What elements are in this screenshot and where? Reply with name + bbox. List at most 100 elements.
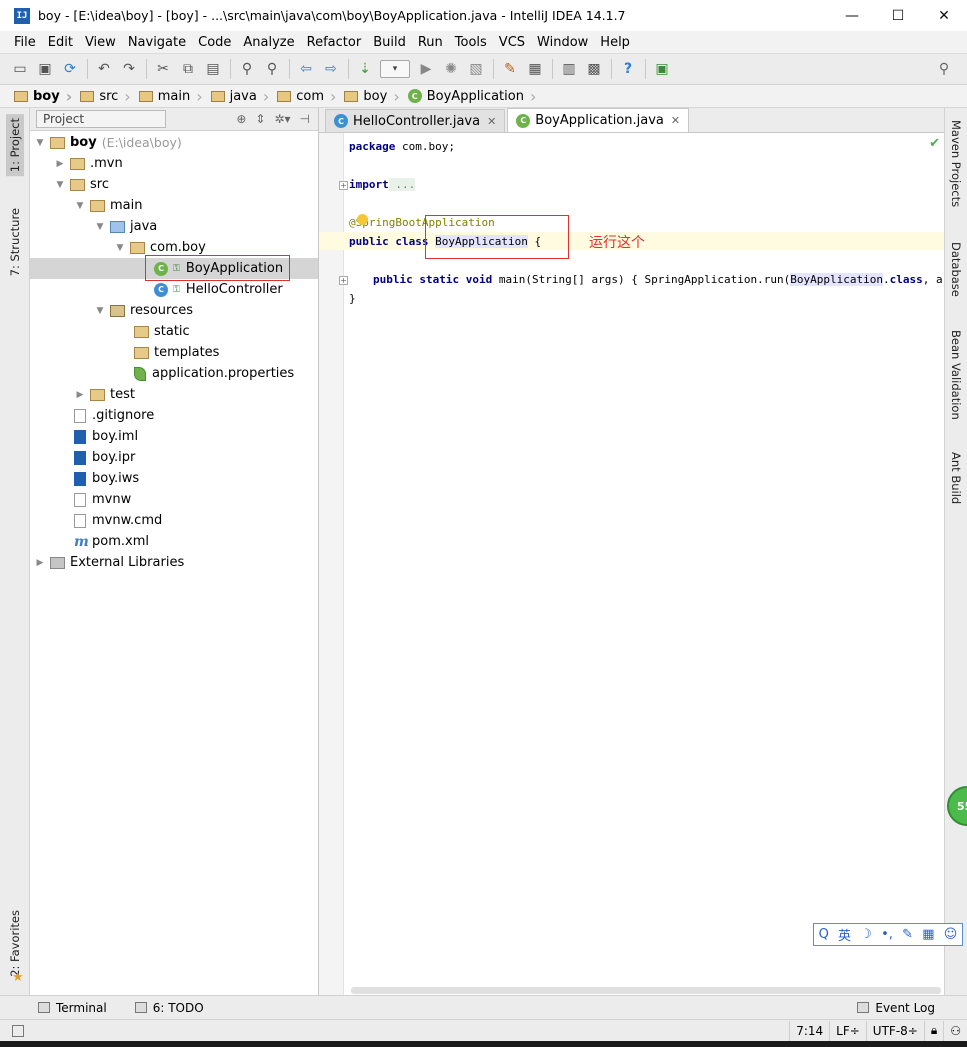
tree-item-templates[interactable]: templates	[30, 342, 318, 363]
tree-item-application-properties[interactable]: application.properties	[30, 363, 318, 384]
tree-item-resources[interactable]: ▼ resources	[30, 300, 318, 321]
tab-hellocontroller[interactable]: C HelloController.java ✕	[325, 109, 506, 132]
tree-item-external-libraries[interactable]: ▶ External Libraries	[30, 552, 318, 573]
tree-item-boy-iws[interactable]: boy.iws	[30, 468, 318, 489]
tab-project[interactable]: 1: Project	[6, 114, 24, 177]
tab-ant-build[interactable]: Ant Build	[949, 452, 963, 504]
breadcrumb-com[interactable]: com ›	[273, 86, 340, 107]
forward-icon[interactable]: ⇨	[321, 59, 341, 79]
sdk-manager-icon[interactable]: ▥	[559, 59, 579, 79]
tab-maven-projects[interactable]: Maven Projects	[949, 120, 963, 207]
tree-item-src[interactable]: ▼ src	[30, 174, 318, 195]
menu-refactor[interactable]: Refactor	[301, 35, 368, 50]
open-folder-icon[interactable]: ▭	[10, 59, 30, 79]
horizontal-scrollbar[interactable]	[351, 987, 941, 994]
lightbulb-icon[interactable]	[357, 214, 368, 225]
tab-boyapplication[interactable]: C BoyApplication.java ✕	[507, 108, 690, 132]
run-configuration-dropdown[interactable]: ▾	[380, 60, 410, 78]
ime-tool-icon[interactable]: ✎	[902, 927, 913, 942]
close-button[interactable]: ✕	[921, 0, 967, 31]
back-icon[interactable]: ⇦	[296, 59, 316, 79]
search-everywhere-icon[interactable]: ⚲	[934, 59, 954, 79]
breadcrumb-src[interactable]: src ›	[76, 86, 134, 107]
tab-bean-validation[interactable]: Bean Validation	[949, 330, 963, 420]
run-icon[interactable]: ▶	[416, 59, 436, 79]
tree-item-java[interactable]: ▼ java	[30, 216, 318, 237]
menu-view[interactable]: View	[79, 35, 122, 50]
code-line-closing-brace[interactable]: }	[349, 292, 356, 305]
tree-item-mvn[interactable]: ▶ .mvn	[30, 153, 318, 174]
code-line-main-method[interactable]: public static void main(String[] args) {…	[373, 273, 967, 286]
menu-vcs[interactable]: VCS	[493, 35, 531, 50]
todo-button[interactable]: 6: TODO	[134, 1001, 204, 1015]
locate-icon[interactable]: ⊕	[236, 112, 246, 126]
menu-file[interactable]: File	[8, 35, 42, 50]
make-project-icon[interactable]: ⇣	[355, 59, 375, 79]
menu-tools[interactable]: Tools	[449, 35, 493, 50]
collapse-all-icon[interactable]: ⇕	[255, 112, 265, 126]
close-tab-icon[interactable]: ✕	[487, 115, 496, 128]
settings-icon[interactable]: ✎	[500, 59, 520, 79]
tree-root-boy[interactable]: ▼ boy (E:\idea\boy)	[30, 132, 318, 153]
ime-moon-icon[interactable]: ☽	[860, 927, 872, 942]
tree-item-boy-ipr[interactable]: boy.ipr	[30, 447, 318, 468]
debug-icon[interactable]: ✺	[441, 59, 461, 79]
code-line-import[interactable]: import ...	[349, 178, 416, 191]
hide-panel-icon[interactable]: ⊣	[300, 112, 310, 126]
project-view-dropdown[interactable]: Project	[36, 110, 166, 128]
tab-structure[interactable]: 7: Structure	[6, 204, 24, 280]
save-icon[interactable]: ▣	[35, 59, 55, 79]
tree-item-test[interactable]: ▶ test	[30, 384, 318, 405]
plugin-icon[interactable]: ▣	[652, 59, 672, 79]
menu-window[interactable]: Window	[531, 35, 594, 50]
coverage-icon[interactable]: ▧	[466, 59, 486, 79]
close-tab-icon[interactable]: ✕	[671, 114, 680, 127]
tree-item-boy-iml[interactable]: boy.iml	[30, 426, 318, 447]
toggle-tool-windows-icon[interactable]	[12, 1024, 24, 1037]
fold-expand-icon[interactable]: +	[339, 181, 348, 190]
ime-lang-toggle[interactable]: 英	[838, 925, 851, 944]
undo-icon[interactable]: ↶	[94, 59, 114, 79]
event-log-button[interactable]: Event Log	[857, 1001, 935, 1015]
tree-item-mvnw-cmd[interactable]: mvnw.cmd	[30, 510, 318, 531]
tree-item-mvnw[interactable]: mvnw	[30, 489, 318, 510]
maximize-button[interactable]: ☐	[875, 0, 921, 31]
minimize-button[interactable]: —	[829, 0, 875, 31]
menu-code[interactable]: Code	[192, 35, 237, 50]
tree-item-gitignore[interactable]: .gitignore	[30, 405, 318, 426]
menu-build[interactable]: Build	[367, 35, 412, 50]
menu-help[interactable]: Help	[594, 35, 636, 50]
breadcrumb-boy-package[interactable]: boy ›	[340, 86, 403, 107]
terminal-button[interactable]: Terminal	[38, 1001, 107, 1015]
inspector-icon[interactable]: ⚇	[943, 1020, 967, 1041]
breadcrumb-main[interactable]: main ›	[135, 86, 207, 107]
tree-item-static[interactable]: static	[30, 321, 318, 342]
paste-icon[interactable]: ▤	[203, 59, 223, 79]
tree-item-pom-xml[interactable]: m pom.xml	[30, 531, 318, 552]
tree-item-main[interactable]: ▼ main	[30, 195, 318, 216]
find-icon[interactable]: ⚲	[237, 59, 257, 79]
redo-icon[interactable]: ↷	[119, 59, 139, 79]
cut-icon[interactable]: ✂	[153, 59, 173, 79]
menu-navigate[interactable]: Navigate	[122, 35, 192, 50]
android-icon[interactable]: ▩	[584, 59, 604, 79]
fold-expand-icon[interactable]: +	[339, 276, 348, 285]
line-separator[interactable]: LF÷	[829, 1020, 866, 1041]
file-encoding[interactable]: UTF-8÷	[865, 1020, 924, 1041]
lock-icon[interactable]: 🔒︎	[923, 1020, 943, 1041]
breadcrumb-java[interactable]: java ›	[207, 86, 274, 107]
copy-icon[interactable]: ⧉	[178, 59, 198, 79]
ime-clipboard-icon[interactable]: ▦	[922, 927, 934, 942]
menu-run[interactable]: Run	[412, 35, 449, 50]
breadcrumb-boy[interactable]: boy ›	[10, 86, 76, 107]
menu-analyze[interactable]: Analyze	[237, 35, 300, 50]
tree-item-hellocontroller[interactable]: C ⚿ HelloController	[30, 279, 318, 300]
gear-icon[interactable]: ✲▾	[274, 112, 290, 126]
help-icon[interactable]: ?	[618, 59, 638, 79]
ime-search-icon[interactable]: Q	[819, 927, 829, 942]
caret-position[interactable]: 7:14	[789, 1020, 829, 1041]
sync-icon[interactable]: ⟳	[60, 59, 80, 79]
ime-punct-icon[interactable]: •,	[881, 927, 893, 942]
breadcrumb-boyapplication[interactable]: C BoyApplication ›	[404, 86, 541, 107]
code-line-package[interactable]: package com.boy;	[349, 140, 455, 153]
